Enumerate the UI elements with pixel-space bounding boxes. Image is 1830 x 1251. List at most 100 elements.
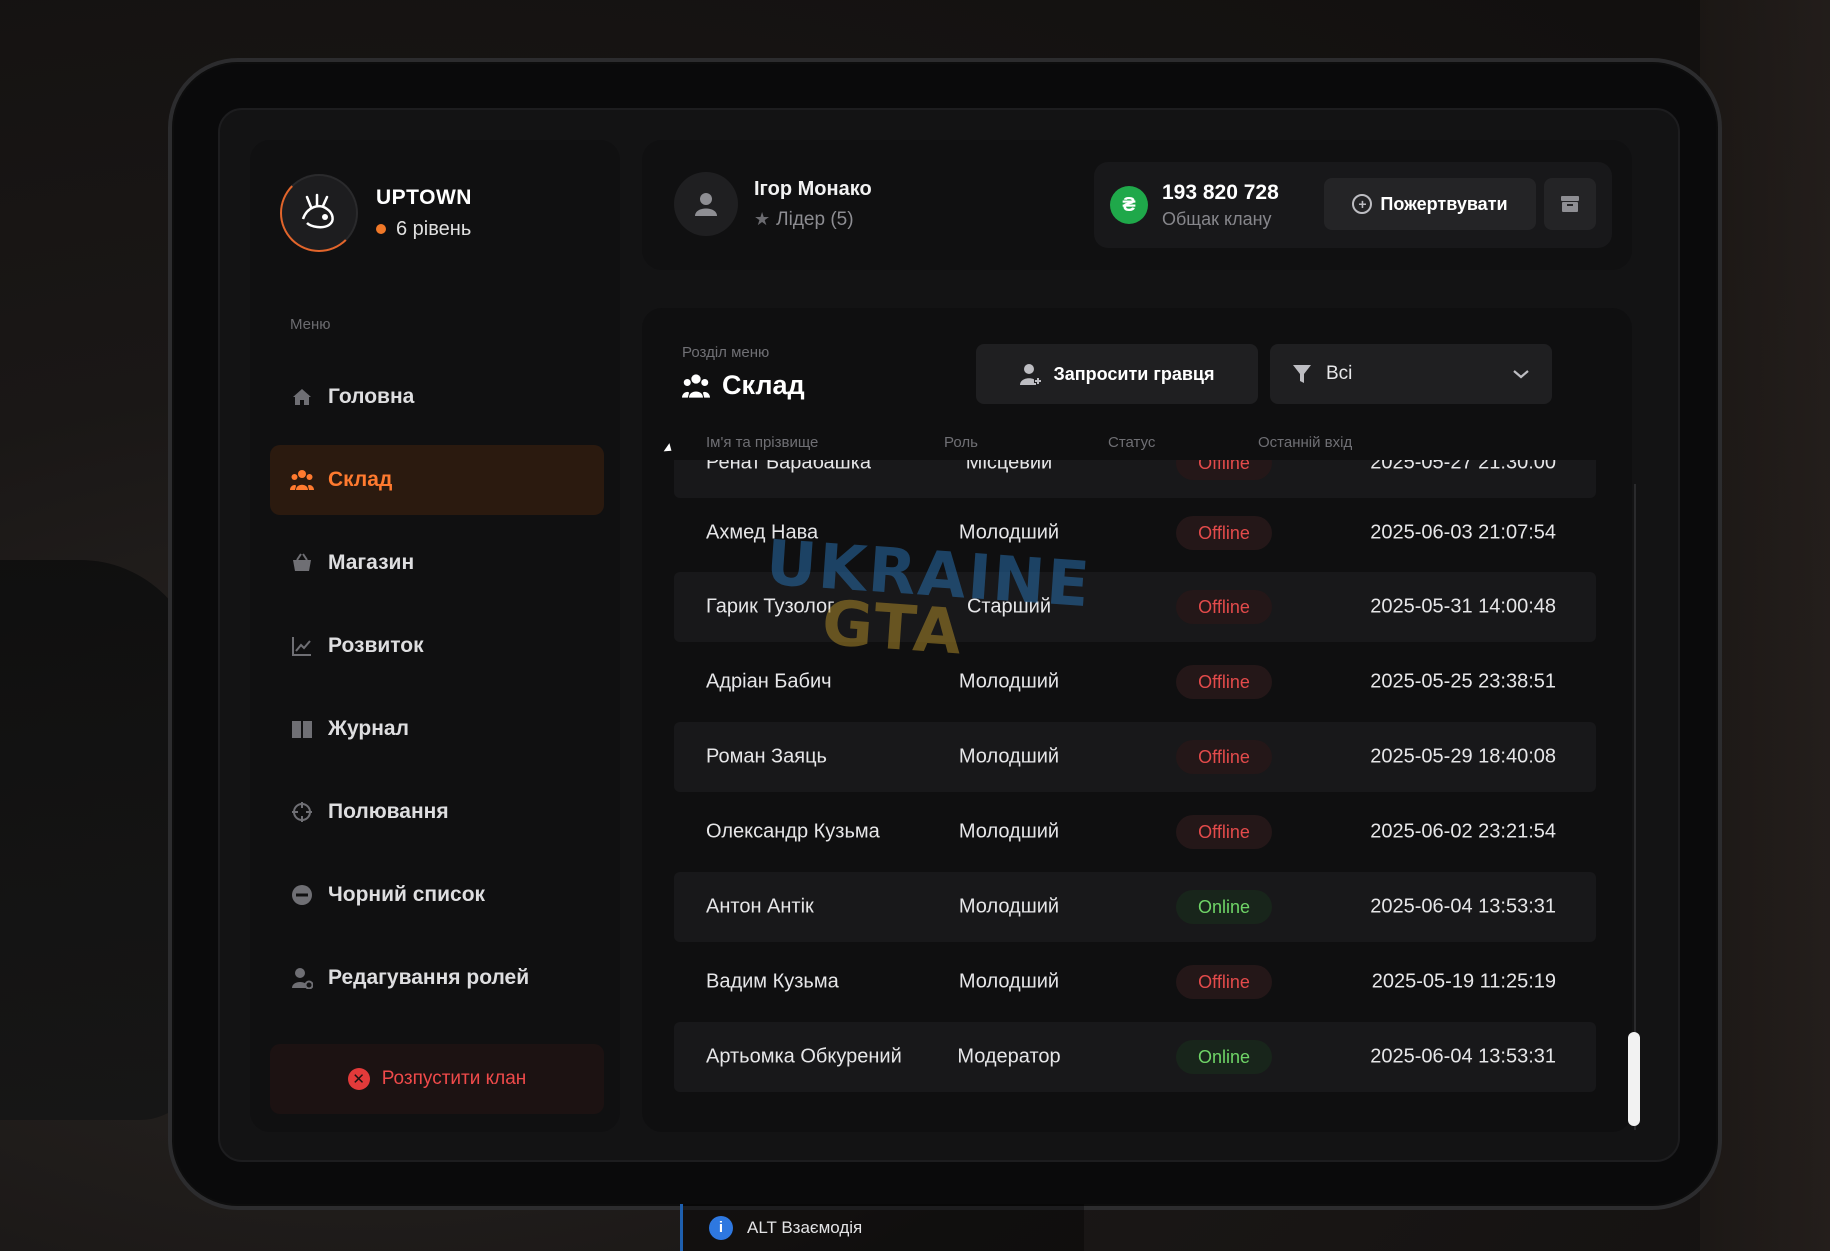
table-row[interactable]: Олександр Кузьма Молодший Offline 2025-0… [674, 797, 1596, 867]
member-role: Молодший [958, 745, 1060, 768]
leader-name: Ігор Монако [754, 177, 872, 200]
sidebar: UPTOWN 6 рівень Меню Головна Склад Магаз… [250, 140, 620, 1132]
column-header-status: Статус [1108, 434, 1156, 451]
sidebar-item-journal[interactable]: Журнал [270, 694, 604, 764]
status-badge: Offline [1176, 460, 1272, 480]
sidebar-item-label: Склад [328, 468, 393, 491]
member-name: Вадим Кузьма [706, 970, 839, 993]
scrollbar-thumb[interactable] [1628, 1032, 1640, 1126]
filter-icon [1292, 363, 1312, 385]
member-last-login: 2025-06-03 21:07:54 [1370, 521, 1556, 544]
table-row[interactable]: Антон Антік Молодший Online 2025-06-04 1… [674, 872, 1596, 942]
sidebar-item-label: Головна [328, 385, 415, 408]
status-filter-select[interactable]: Всі [1270, 344, 1552, 404]
tablet-frame: UPTOWN 6 рівень Меню Головна Склад Магаз… [168, 58, 1722, 1210]
member-name: Ренат Барабашка [706, 460, 871, 474]
sidebar-item-development[interactable]: Розвиток [270, 611, 604, 681]
basket-icon [290, 551, 314, 575]
member-role: Молодший [958, 895, 1060, 918]
clan-logo [280, 174, 358, 252]
member-last-login: 2025-06-04 13:53:31 [1370, 1045, 1556, 1068]
close-circle-icon: ✕ [347, 1068, 370, 1090]
status-badge: Offline [1176, 516, 1272, 550]
sidebar-item-storage[interactable]: Склад [270, 445, 604, 515]
ban-icon [290, 883, 314, 907]
leader-card: Ігор Монако ★ Лідер (5) [674, 172, 872, 236]
hint-label: ALT Взаємодія [747, 1217, 863, 1237]
interaction-hint: i ALT Взаємодія [680, 1204, 1084, 1251]
member-last-login: 2025-05-29 18:40:08 [1370, 745, 1556, 768]
table-row[interactable]: Вадим Кузьма Молодший Offline 2025-05-19… [674, 947, 1596, 1017]
table-row[interactable]: Артьомка Обкурений Модератор Online 2025… [674, 1022, 1596, 1092]
home-icon [290, 385, 314, 409]
crosshair-icon [290, 800, 314, 824]
section-subtitle: Розділ меню [682, 344, 770, 361]
column-header-last-login: Останній вхід [1258, 434, 1353, 451]
table-row[interactable]: Адріан Бабич Молодший Offline 2025-05-25… [674, 647, 1596, 717]
members-table: Ренат Барабашка Місцевий Offline 2025-05… [674, 460, 1596, 1132]
plus-circle-icon: + [1352, 194, 1373, 214]
users-icon [682, 373, 710, 399]
clan-level: 6 рівень [376, 218, 472, 241]
star-icon: ★ [754, 209, 771, 229]
sidebar-item-shop[interactable]: Магазин [270, 528, 604, 598]
member-role: Молодший [958, 670, 1060, 693]
sidebar-item-roles[interactable]: Редагування ролей [270, 943, 604, 1013]
member-role: Молодший [958, 820, 1060, 843]
member-name: Роман Заяць [706, 745, 827, 768]
users-icon [290, 468, 314, 492]
sidebar-item-label: Розвиток [328, 634, 424, 657]
member-name: Ахмед Нава [706, 521, 819, 544]
chart-icon [290, 634, 314, 658]
member-last-login: 2025-06-02 23:21:54 [1370, 820, 1556, 843]
member-last-login: 2025-05-27 21:30:00 [1370, 460, 1556, 474]
leader-role: ★ Лідер (5) [754, 209, 872, 231]
member-role: Модератор [957, 1045, 1061, 1068]
member-last-login: 2025-05-25 23:38:51 [1370, 670, 1556, 693]
member-last-login: 2025-05-19 11:25:19 [1371, 970, 1556, 993]
clan-name: UPTOWN [376, 185, 472, 209]
user-plus-icon [1019, 362, 1043, 386]
menu-title: Меню [290, 316, 331, 333]
page-title: Склад [682, 370, 805, 401]
clan-level-label: 6 рівень [396, 217, 472, 240]
member-role: Місцевий [965, 460, 1053, 474]
table-row[interactable]: Ренат Барабашка Місцевий Offline 2025-05… [674, 460, 1596, 498]
member-name: Антон Антік [706, 895, 814, 918]
book-icon [290, 717, 314, 741]
archive-button[interactable] [1544, 178, 1596, 230]
table-row[interactable]: Гарик Тузолог Старший Offline 2025-05-31… [674, 572, 1596, 642]
sidebar-item-blacklist[interactable]: Чорний список [270, 860, 604, 930]
status-badge: Online [1176, 1040, 1272, 1074]
treasury-label: Общак клану [1162, 208, 1272, 229]
sidebar-item-label: Полювання [328, 800, 449, 823]
disband-label: Розпустити клан [381, 1068, 527, 1089]
member-last-login: 2025-05-31 14:00:48 [1370, 595, 1556, 618]
table-row[interactable]: Роман Заяць Молодший Offline 2025-05-29 … [674, 722, 1596, 792]
member-name: Олександр Кузьма [706, 820, 880, 843]
invite-label: Запросити гравця [1053, 363, 1215, 384]
disband-clan-button[interactable]: ✕ Розпустити клан [270, 1044, 604, 1114]
sidebar-item-label: Журнал [328, 717, 409, 740]
member-name: Адріан Бабич [706, 670, 832, 693]
sidebar-item-hunting[interactable]: Полювання [270, 777, 604, 847]
leader-role-label: Лідер (5) [776, 208, 854, 230]
column-header-name: Ім'я та прізвище [706, 434, 819, 451]
donate-button[interactable]: + Пожертвувати [1324, 178, 1536, 230]
treasury-panel: ₴ 193 820 728 Общак клану + Пожертвувати [1094, 162, 1612, 248]
invite-player-button[interactable]: Запросити гравця [976, 344, 1258, 404]
table-row[interactable]: Ахмед Нава Молодший Offline 2025-06-03 2… [674, 498, 1596, 568]
treasury-amount: 193 820 728 [1162, 180, 1279, 204]
hryvnia-coin-icon: ₴ [1110, 186, 1148, 224]
page-title-label: Склад [722, 370, 805, 400]
sidebar-item-label: Редагування ролей [328, 966, 530, 989]
status-badge: Online [1176, 890, 1272, 924]
status-badge: Offline [1176, 590, 1272, 624]
sidebar-item-label: Магазин [328, 551, 415, 574]
sidebar-item-home[interactable]: Головна [270, 362, 604, 432]
member-name: Гарик Тузолог [706, 595, 835, 618]
status-badge: Offline [1176, 965, 1272, 999]
archive-icon [1561, 196, 1579, 212]
level-dot-icon [376, 224, 386, 234]
column-header-role: Роль [944, 434, 978, 451]
